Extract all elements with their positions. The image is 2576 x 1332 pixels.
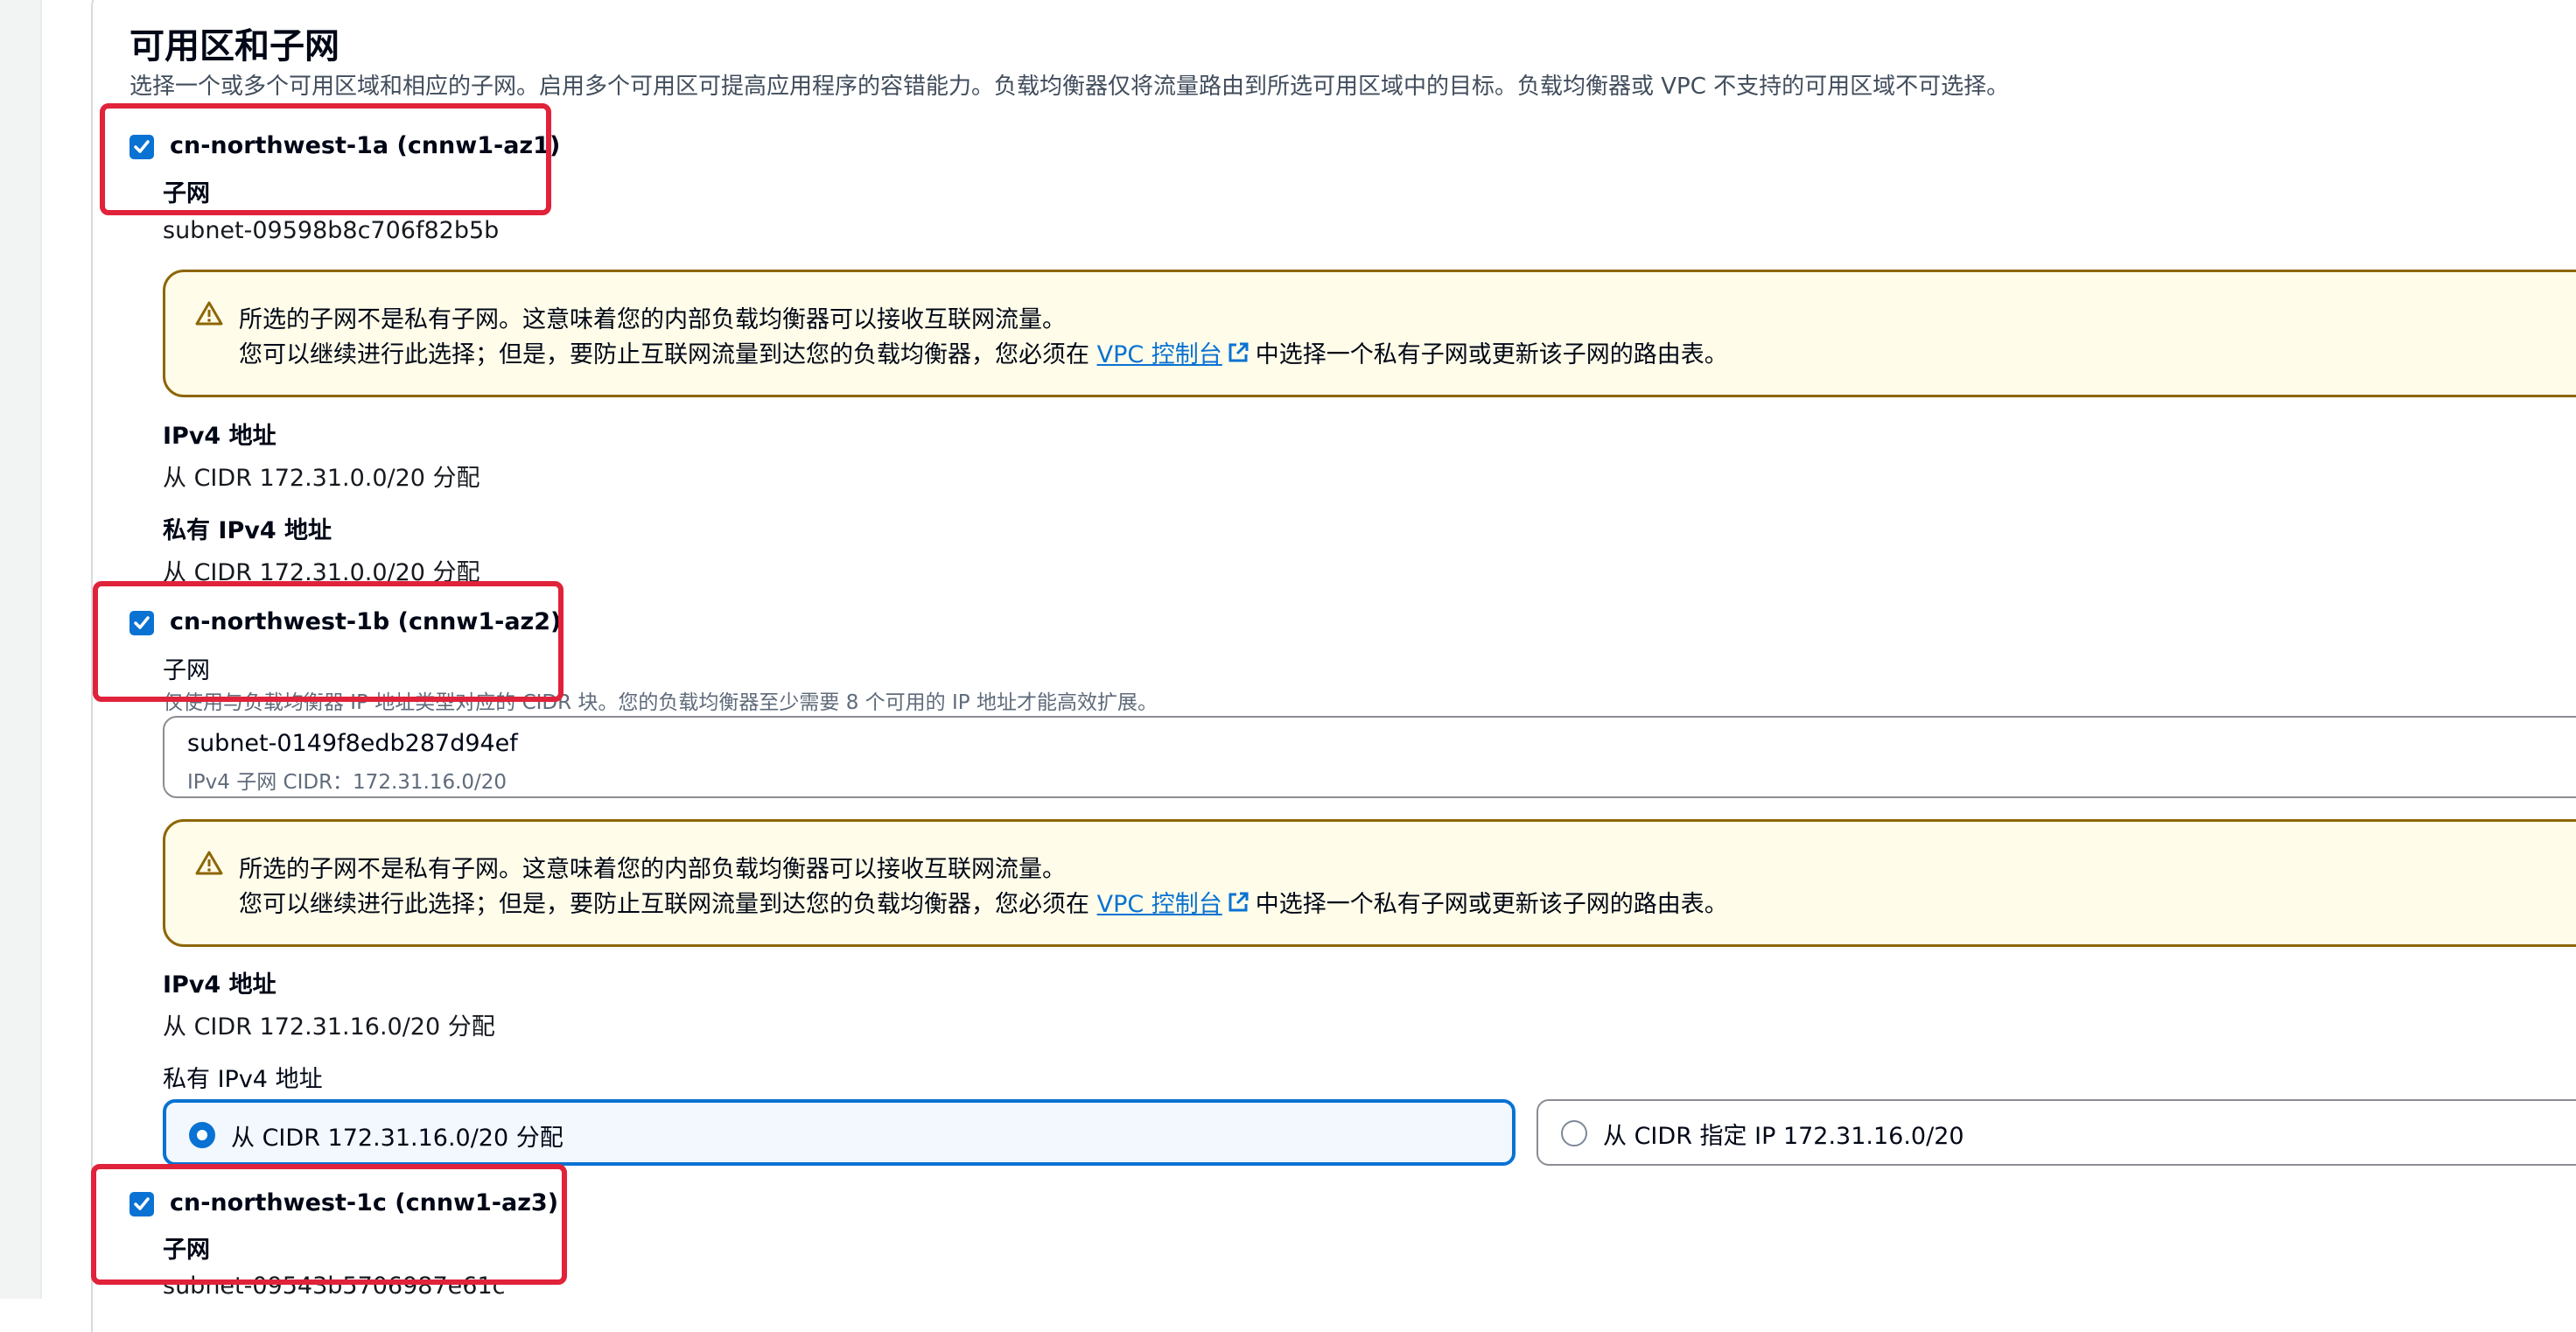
highlight-box-az3 <box>91 1164 567 1285</box>
warning-line-2: 您可以继续进行此选择；但是，要防止互联网流量到达您的负载均衡器，您必须在 VPC… <box>239 335 1728 369</box>
warning-line-1: 所选的子网不是私有子网。这意味着您的内部负载均衡器可以接收互联网流量。 <box>239 856 1066 883</box>
subnet-select-description: IPv4 子网 CIDR：172.31.16.0/20 <box>187 771 508 794</box>
az2-subnet-select[interactable]: subnet-0149f8edb287d94ef IPv4 子网 CIDR：17… <box>163 716 2576 798</box>
az1-private-subnet-warning: 所选的子网不是私有子网。这意味着您的内部负载均衡器可以接收互联网流量。 您可以继… <box>163 270 2576 397</box>
warning-line-1: 所选的子网不是私有子网。这意味着您的内部负载均衡器可以接收互联网流量。 <box>239 306 1066 333</box>
private-ipv4-option-specify[interactable]: 从 CIDR 指定 IP 172.31.16.0/20 <box>1536 1099 2576 1166</box>
warning-text-before: 您可以继续进行此选择；但是，要防止互联网流量到达您的负载均衡器，您必须在 <box>239 341 1089 368</box>
radio-unselected[interactable] <box>1561 1120 1587 1146</box>
left-sidebar-strip <box>0 0 42 1299</box>
radio-selected[interactable] <box>189 1122 215 1148</box>
warning-text-before: 您可以继续进行此选择；但是，要防止互联网流量到达您的负载均衡器，您必须在 <box>239 891 1089 918</box>
section-title: 可用区和子网 <box>130 26 340 67</box>
private-ipv4-option-auto[interactable]: 从 CIDR 172.31.16.0/20 分配 <box>163 1099 1516 1166</box>
vpc-console-link[interactable]: VPC 控制台 <box>1097 891 1222 918</box>
az1-private-ipv4-label: 私有 IPv4 地址 <box>163 517 332 544</box>
external-link-icon[interactable] <box>1226 340 1250 365</box>
highlight-box-az1 <box>100 103 551 215</box>
highlight-box-az2 <box>93 581 564 702</box>
subnet-select-value: subnet-0149f8edb287d94ef <box>187 730 518 757</box>
az1-subnet-value: subnet-09598b8c706f82b5b <box>163 217 500 244</box>
warning-line-2: 您可以继续进行此选择；但是，要防止互联网流量到达您的负载均衡器，您必须在 VPC… <box>239 885 1728 919</box>
az2-ipv4-label: IPv4 地址 <box>163 971 276 999</box>
section-description: 选择一个或多个可用区域和相应的子网。启用多个可用区可提高应用程序的容错能力。负载… <box>130 74 2010 100</box>
az2-private-subnet-warning: 所选的子网不是私有子网。这意味着您的内部负载均衡器可以接收互联网流量。 您可以继… <box>163 819 2576 947</box>
warning-text-after: 中选择一个私有子网或更新该子网的路由表。 <box>1255 341 1728 368</box>
option-specify-label: 从 CIDR 指定 IP 172.31.16.0/20 <box>1603 1123 1964 1150</box>
az2-private-ipv4-label: 私有 IPv4 地址 <box>163 1066 323 1093</box>
az1-ipv4-value: 从 CIDR 172.31.0.0/20 分配 <box>163 465 480 492</box>
warning-icon <box>195 851 223 875</box>
az1-ipv4-label: IPv4 地址 <box>163 423 276 450</box>
vpc-console-link[interactable]: VPC 控制台 <box>1097 341 1222 368</box>
option-auto-label: 从 CIDR 172.31.16.0/20 分配 <box>231 1125 564 1152</box>
az2-ipv4-value: 从 CIDR 172.31.16.0/20 分配 <box>163 1013 495 1041</box>
warning-icon <box>195 301 223 326</box>
warning-text-after: 中选择一个私有子网或更新该子网的路由表。 <box>1255 891 1728 918</box>
external-link-icon[interactable] <box>1226 890 1250 915</box>
